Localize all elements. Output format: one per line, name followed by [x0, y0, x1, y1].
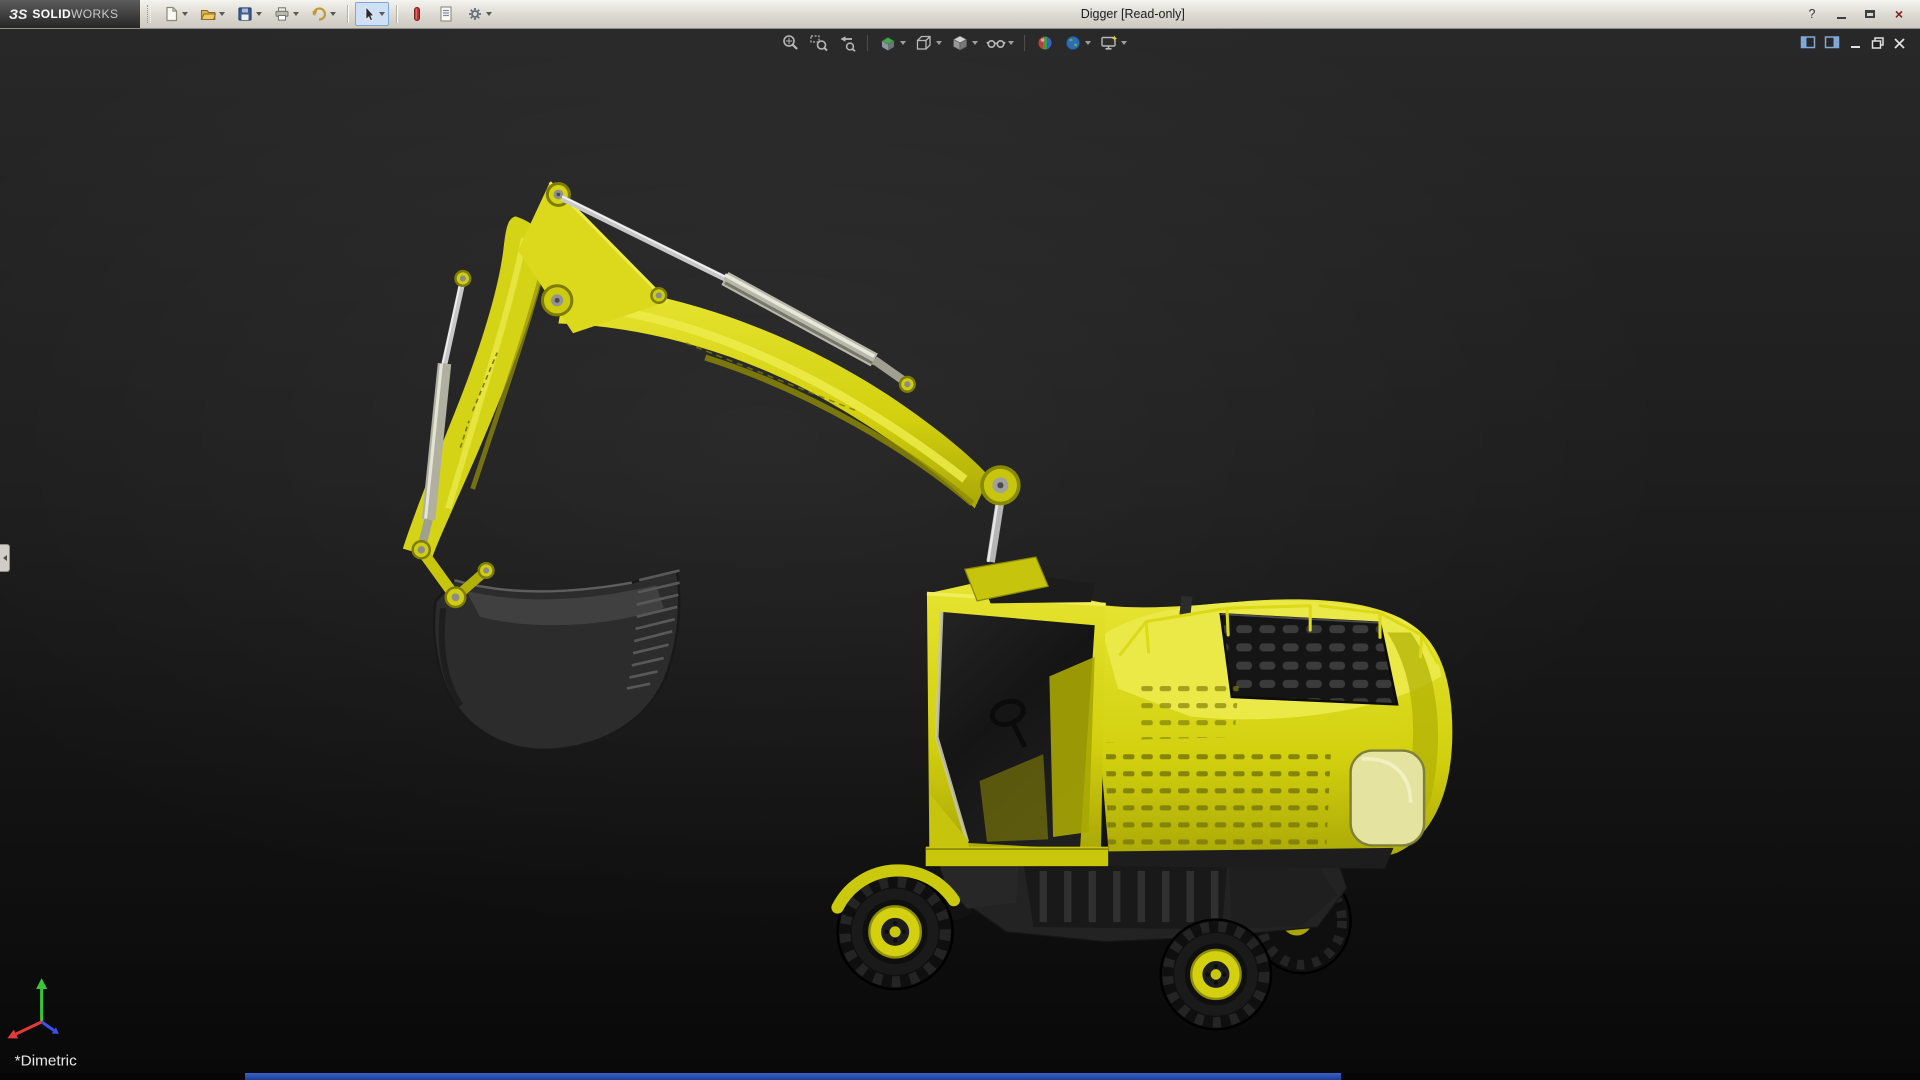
display-pane-right-icon	[1824, 35, 1841, 50]
options-button[interactable]	[462, 2, 496, 26]
dropdown-caret-icon	[1121, 41, 1127, 45]
doc-restore-icon	[1870, 35, 1885, 50]
feature-pane-collapse-tab[interactable]	[0, 544, 10, 572]
doc-minimize-button[interactable]	[1848, 35, 1863, 50]
minimize-button[interactable]	[1829, 5, 1853, 24]
rear-left-wheel[interactable]	[1161, 920, 1271, 1030]
options-gear-icon	[466, 5, 484, 23]
zoom-to-fit-icon	[781, 33, 801, 53]
close-button[interactable]: ×	[1887, 5, 1911, 24]
save-button[interactable]	[232, 2, 266, 26]
toolbar-grip	[147, 5, 151, 23]
display-pane-left-icon	[1800, 35, 1817, 50]
undo-icon	[310, 5, 328, 23]
maximize-icon	[1865, 10, 1875, 18]
section-view-icon	[878, 33, 898, 53]
dropdown-caret-icon	[1008, 41, 1014, 45]
toolbar-separator	[347, 5, 348, 23]
dropdown-caret-icon	[293, 12, 299, 16]
3ds-logo-icon: ЗS	[9, 6, 27, 22]
zoom-to-fit-button[interactable]	[781, 33, 801, 53]
undo-button[interactable]	[306, 2, 340, 26]
hide-show-items-button[interactable]	[986, 33, 1014, 53]
brand-solid-text: SOLID	[32, 7, 71, 21]
toolbar-separator	[396, 5, 397, 23]
dropdown-caret-icon	[379, 12, 385, 16]
engine-housing[interactable]	[1098, 596, 1452, 869]
document-window-controls	[1800, 35, 1907, 50]
dropdown-caret-icon	[936, 41, 942, 45]
maximize-button[interactable]	[1858, 5, 1882, 24]
display-pane-left-button[interactable]	[1800, 35, 1817, 50]
dropdown-caret-icon	[900, 41, 906, 45]
solidworks-window: ЗS SOLIDWORKS	[0, 0, 1920, 1080]
edit-appearance-icon	[1035, 33, 1055, 53]
rebuild-icon	[408, 5, 426, 23]
minimize-icon	[1837, 17, 1846, 19]
dropdown-caret-icon	[330, 12, 336, 16]
doc-minimize-icon	[1848, 35, 1863, 50]
orientation-label: *Dimetric	[15, 1053, 77, 1070]
save-icon	[236, 5, 254, 23]
open-button[interactable]	[195, 2, 229, 26]
taskbar-highlight	[245, 1073, 1341, 1080]
dropdown-caret-icon	[182, 12, 188, 16]
doc-close-icon	[1892, 35, 1907, 50]
display-style-button[interactable]	[950, 33, 978, 53]
view-orientation-icon	[914, 33, 934, 53]
chevron-left-icon	[3, 555, 7, 561]
view-settings-button[interactable]	[1099, 33, 1127, 53]
doc-close-button[interactable]	[1892, 35, 1907, 50]
dropdown-caret-icon	[972, 41, 978, 45]
model-viewport[interactable]: *Dimetric	[0, 29, 1920, 1073]
print-icon	[273, 5, 291, 23]
zoom-to-area-button[interactable]	[809, 33, 829, 53]
select-tool-button[interactable]	[355, 2, 389, 26]
solidworks-logo: ЗS SOLIDWORKS	[0, 0, 140, 28]
graphics-area[interactable]: *Dimetric	[0, 29, 1920, 1073]
hide-show-items-icon	[986, 33, 1006, 53]
operator-cab[interactable]	[926, 572, 1108, 866]
dropdown-caret-icon	[486, 12, 492, 16]
close-icon: ×	[1895, 6, 1903, 22]
new-document-button[interactable]	[158, 2, 192, 26]
select-cursor-icon	[359, 5, 377, 23]
print-button[interactable]	[269, 2, 303, 26]
quick-access-toolbar	[158, 2, 496, 26]
previous-view-button[interactable]	[837, 33, 857, 53]
dropdown-caret-icon	[1085, 41, 1091, 45]
toolbar-separator	[867, 35, 868, 51]
brand-works-text: WORKS	[71, 7, 118, 21]
file-properties-button[interactable]	[433, 2, 459, 26]
help-button[interactable]: ?	[1800, 5, 1824, 24]
heads-up-view-toolbar	[781, 33, 1127, 53]
doc-restore-button[interactable]	[1870, 35, 1885, 50]
window-title: Digger [Read-only]	[1081, 7, 1185, 21]
apply-scene-button[interactable]	[1063, 33, 1091, 53]
toolbar-separator	[1024, 35, 1025, 51]
rebuild-button[interactable]	[404, 2, 430, 26]
help-icon: ?	[1809, 7, 1816, 21]
dropdown-caret-icon	[219, 12, 225, 16]
file-properties-icon	[437, 5, 455, 23]
new-document-icon	[162, 5, 180, 23]
open-icon	[199, 5, 217, 23]
apply-scene-icon	[1063, 33, 1083, 53]
zoom-to-area-icon	[809, 33, 829, 53]
edit-appearance-button[interactable]	[1035, 33, 1055, 53]
dropdown-caret-icon	[256, 12, 262, 16]
view-settings-icon	[1099, 33, 1119, 53]
section-view-button[interactable]	[878, 33, 906, 53]
window-controls: ? ×	[1800, 5, 1920, 24]
view-orientation-button[interactable]	[914, 33, 942, 53]
windows-taskbar-strip[interactable]	[0, 1073, 1920, 1080]
display-style-icon	[950, 33, 970, 53]
titlebar: ЗS SOLIDWORKS	[0, 0, 1920, 29]
previous-view-icon	[837, 33, 857, 53]
display-pane-right-button[interactable]	[1824, 35, 1841, 50]
